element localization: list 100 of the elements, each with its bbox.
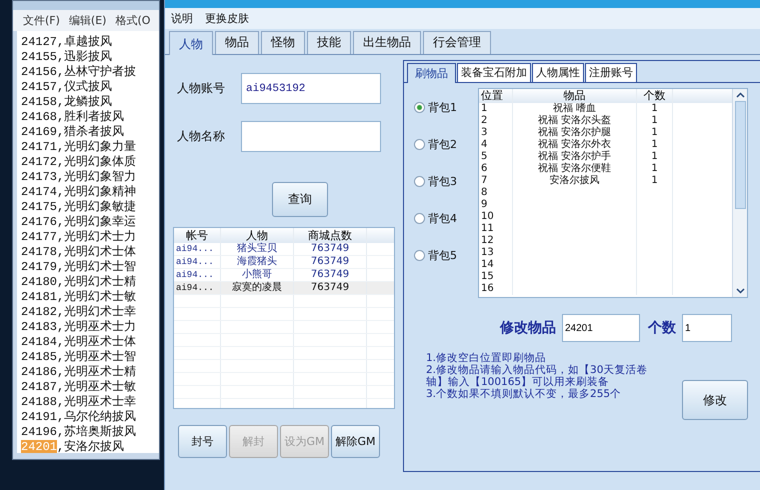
- tab[interactable]: 人物: [169, 31, 213, 55]
- table-cell: 海霞猪头: [221, 256, 294, 268]
- query-button[interactable]: 查询: [272, 182, 328, 217]
- menu-item[interactable]: 说明: [171, 11, 193, 26]
- text-line: 24171,光明幻象力量: [21, 140, 136, 155]
- table-cell: 6: [479, 163, 513, 175]
- text-line: 24155,迅影披风: [21, 50, 112, 65]
- table-cell: 5: [479, 151, 513, 163]
- table-cell: 1: [637, 127, 673, 139]
- text-line: 24178,光明幻术士体: [21, 245, 136, 260]
- text-line: 24174,光明幻象精神: [21, 185, 136, 200]
- text-line: 24168,胜利者披风: [21, 110, 124, 125]
- radio-button[interactable]: [414, 139, 425, 150]
- text-line: 24186,光明巫术士精: [21, 365, 136, 380]
- table-cell: 1: [637, 115, 673, 127]
- table-cell: 寂寞的凌晨: [221, 282, 294, 294]
- table-row[interactable]: ai94... 寂寞的凌晨 763749: [174, 282, 394, 295]
- count-input[interactable]: 1: [682, 314, 732, 342]
- text-line: 24184,光明巫术士体: [21, 335, 136, 350]
- radio-label[interactable]: 背包4: [428, 211, 457, 226]
- table-cell: 祝福 安洛尔头盔: [513, 115, 637, 127]
- tab[interactable]: 怪物: [261, 31, 305, 54]
- column-header[interactable]: 帐号: [174, 228, 221, 243]
- table-cell: 祝福 安洛尔护手: [513, 151, 637, 163]
- radio-button[interactable]: [414, 176, 425, 187]
- modify-button[interactable]: 修改: [682, 380, 748, 420]
- menu-item[interactable]: 文件(F): [23, 13, 60, 28]
- text-line: 24173,光明幻象智力: [21, 170, 136, 185]
- table-cell: 10: [479, 211, 513, 223]
- selected-text: 24201: [21, 440, 58, 453]
- radio-label[interactable]: 背包5: [428, 248, 457, 263]
- table-cell: 763749: [294, 256, 367, 268]
- scrollbar[interactable]: [732, 89, 747, 297]
- table-cell: 763749: [294, 282, 367, 294]
- column-header[interactable]: 人物: [221, 228, 294, 243]
- text-line: 24158,龙鳞披风: [21, 95, 112, 110]
- radio-button[interactable]: [414, 213, 425, 224]
- table-cell: 2: [479, 115, 513, 127]
- table-cell: 8: [479, 187, 513, 199]
- table-cell: 14: [479, 259, 513, 271]
- table-cell: 安洛尔披风: [513, 175, 637, 187]
- field-label: 人物账号: [176, 80, 226, 97]
- menu-item[interactable]: 格式(O: [115, 13, 150, 28]
- table-cell: 1: [637, 175, 673, 187]
- text-line: 24169,猎杀者披风: [21, 125, 124, 140]
- column-header[interactable]: 物品: [513, 89, 637, 103]
- instruction-text: 3.个数如果不填则默认不变，最多255个: [426, 388, 622, 400]
- tab[interactable]: 物品: [215, 31, 259, 54]
- text-line: 24191,乌尔伦纳披风: [21, 410, 136, 425]
- table-cell: 12: [479, 235, 513, 247]
- name-input[interactable]: [241, 121, 381, 152]
- table-cell: 7: [479, 175, 513, 187]
- table-cell: 1: [637, 103, 673, 115]
- column-header[interactable]: 位置: [479, 89, 513, 103]
- table-cell: ai94...: [174, 269, 221, 281]
- table-cell: 祝福 嗜血: [513, 103, 637, 115]
- column-header[interactable]: 商城点数: [294, 228, 367, 243]
- table-cell: ai94...: [174, 243, 221, 255]
- table-row[interactable]: ai94... 海霞猪头 763749: [174, 256, 394, 269]
- table-row[interactable]: ai94... 猪头宝贝 763749: [174, 243, 394, 256]
- account-input[interactable]: ai9453192: [241, 73, 381, 104]
- column-header[interactable]: 个数: [637, 89, 673, 103]
- scroll-thumb[interactable]: [734, 101, 746, 209]
- radio-label[interactable]: 背包1: [428, 100, 457, 115]
- text-line: 24182,光明幻术士幸: [21, 305, 136, 320]
- radio-button[interactable]: [414, 102, 425, 113]
- menu-item[interactable]: 编辑(E): [68, 13, 106, 28]
- radio-label[interactable]: 背包2: [428, 137, 457, 152]
- tab[interactable]: 出生物品: [353, 31, 421, 54]
- text-line: 24172,光明幻象体质: [21, 155, 136, 170]
- table-cell: 猪头宝贝: [221, 243, 294, 255]
- table-cell: ai94...: [174, 256, 221, 268]
- action-button[interactable]: 解除GM: [331, 425, 380, 458]
- text-line: 24196,苏培奥斯披风: [21, 425, 136, 440]
- menu-item[interactable]: 更换皮肤: [205, 11, 249, 26]
- table-cell: 15: [479, 271, 513, 283]
- item-code-input[interactable]: 24201: [562, 314, 640, 342]
- table-cell: 763749: [294, 269, 367, 281]
- radio-button[interactable]: [414, 250, 425, 261]
- text-line: 24181,光明幻术士敏: [21, 290, 136, 305]
- tab[interactable]: 刷物品: [407, 63, 456, 83]
- tab[interactable]: 注册账号: [585, 63, 637, 82]
- action-button[interactable]: 封号: [178, 425, 227, 458]
- text-line: 24175,光明幻象敏捷: [21, 200, 136, 215]
- field-label: 修改物品: [500, 319, 556, 337]
- table-cell: 13: [479, 247, 513, 259]
- table-cell: 3: [479, 127, 513, 139]
- instruction-text: 1.修改空白位置即刷物品: [426, 352, 548, 364]
- tab[interactable]: 技能: [307, 31, 351, 54]
- table-cell: 小熊哥: [221, 269, 294, 281]
- table-cell: 1: [479, 103, 513, 115]
- tab[interactable]: 行会管理: [423, 31, 491, 54]
- tab[interactable]: 装备宝石附加: [457, 63, 531, 82]
- radio-label[interactable]: 背包3: [428, 174, 457, 189]
- text-line: 24187,光明巫术士敏: [21, 380, 136, 395]
- text-line: 24157,仪式披风: [21, 80, 112, 95]
- field-label: 人物名称: [176, 128, 226, 145]
- table-cell: 祝福 安洛尔便鞋: [513, 163, 637, 175]
- table-cell: 祝福 安洛尔外衣: [513, 139, 637, 151]
- tab[interactable]: 人物属性: [532, 63, 584, 82]
